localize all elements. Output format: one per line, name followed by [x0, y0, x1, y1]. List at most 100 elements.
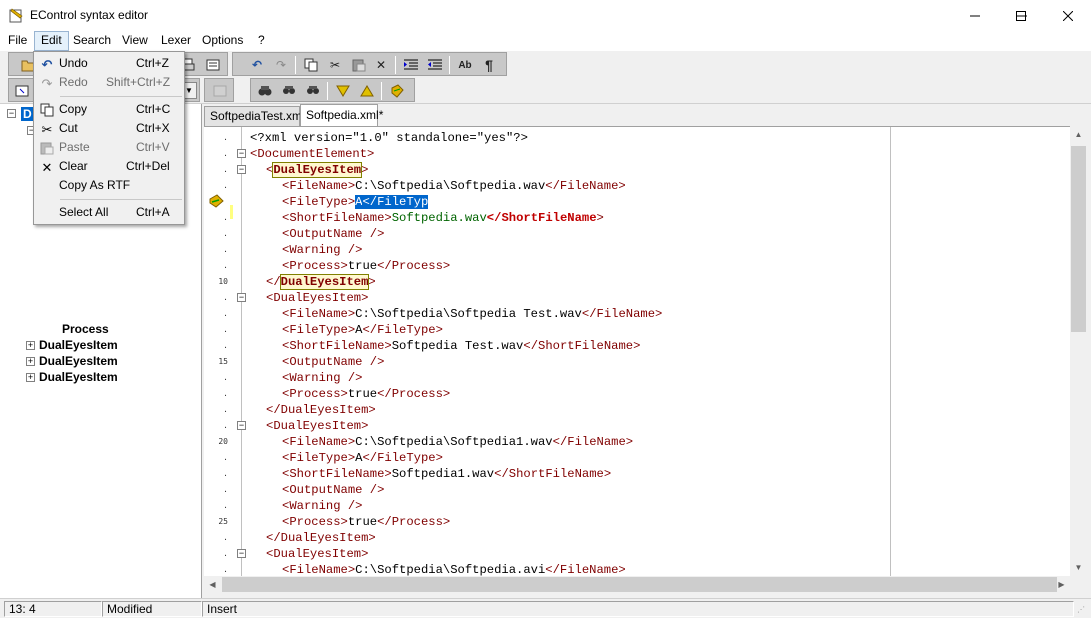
scroll-left-icon[interactable]: ◀ — [204, 576, 221, 593]
fold-toggle[interactable]: − — [237, 149, 246, 158]
tree-item-dualeyes-1[interactable]: + DualEyesItem — [26, 337, 118, 353]
modified-marker — [230, 205, 233, 219]
redo-icon[interactable]: ↷ — [271, 55, 291, 75]
case-icon[interactable]: Ab — [455, 55, 475, 75]
minimize-button-2[interactable] — [952, 0, 998, 31]
tag: <OutputName /> — [282, 483, 385, 497]
menu-item-shortcut: Ctrl+Del — [126, 159, 170, 173]
tag: <FileName> — [282, 563, 356, 576]
scroll-up-icon[interactable]: ▲ — [1070, 126, 1087, 143]
clear-icon: ✕ — [41, 159, 53, 175]
tag: </FileName> — [552, 435, 634, 449]
find-next-icon[interactable] — [303, 81, 323, 101]
fold-toggle[interactable]: − — [237, 165, 246, 174]
tree-item-label: Process — [62, 322, 109, 336]
delete-icon[interactable]: ✕ — [371, 55, 391, 75]
tag: </Process> — [377, 387, 451, 401]
tag-error: ShortFileName — [501, 211, 597, 225]
bookmark-next-icon[interactable] — [333, 81, 353, 101]
value: Softpedia.wav — [391, 211, 487, 225]
scroll-thumb-horizontal[interactable] — [222, 577, 1057, 592]
undo-icon[interactable]: ↶ — [247, 55, 267, 75]
find-replace-icon[interactable] — [279, 81, 299, 101]
unindent-icon[interactable] — [425, 55, 445, 75]
menu-item-shortcut: Ctrl+V — [136, 140, 170, 154]
tag: </FileType> — [362, 451, 443, 465]
settings-icon[interactable] — [203, 55, 223, 75]
menu-lexer[interactable]: Lexer — [155, 31, 197, 51]
tab-softpedia[interactable]: Softpedia.xml* — [300, 104, 383, 126]
menu-help[interactable]: ? — [252, 31, 271, 51]
toolbar-separator — [327, 82, 328, 100]
vertical-scrollbar[interactable]: ▲ ▼ — [1070, 126, 1087, 576]
toolbar-separator — [449, 56, 450, 74]
tree-expander[interactable]: + — [26, 356, 35, 366]
edit-menu-dropdown: ↶ Undo Ctrl+Z ↷ Redo Shift+Ctrl+Z Copy C… — [33, 51, 185, 225]
tree-root-label[interactable]: D — [21, 107, 34, 121]
menu-item-copy[interactable]: Copy Ctrl+C — [36, 100, 182, 119]
menu-item-shortcut: Ctrl+C — [136, 102, 171, 116]
indent-icon[interactable] — [401, 55, 421, 75]
title-bar: EControl syntax editor — [0, 0, 1091, 31]
menu-options[interactable]: Options — [196, 31, 249, 51]
lexer-icon[interactable] — [12, 81, 32, 101]
close-button[interactable] — [1045, 0, 1091, 31]
scroll-down-icon[interactable]: ▼ — [1070, 559, 1087, 576]
pilcrow-icon[interactable]: ¶ — [479, 55, 499, 75]
tree-root-expander[interactable]: − — [7, 109, 16, 118]
redo-icon: ↷ — [41, 75, 53, 91]
tree-expander[interactable]: + — [26, 372, 35, 382]
fold-toggle[interactable]: − — [237, 293, 246, 302]
paste-icon[interactable] — [349, 55, 369, 75]
bookmark-icon[interactable] — [208, 193, 224, 209]
fold-toggle[interactable]: − — [237, 549, 246, 558]
tag: > — [361, 163, 369, 177]
format-icon[interactable] — [210, 81, 230, 101]
cut-icon[interactable]: ✂ — [325, 55, 345, 75]
code-line: <Process>true</Process> — [282, 386, 450, 402]
fold-toggle[interactable]: − — [237, 421, 246, 430]
menu-view[interactable]: View — [116, 31, 154, 51]
resize-grip-icon[interactable]: ⋰ — [1077, 605, 1087, 615]
menu-item-clear[interactable]: ✕ Clear Ctrl+Del — [36, 157, 182, 176]
find-icon[interactable] — [255, 81, 275, 101]
tree-item-dualeyes-3[interactable]: + DualEyesItem — [26, 369, 118, 385]
line-dot: . — [223, 533, 228, 542]
menu-item-select-all[interactable]: Select All Ctrl+A — [36, 203, 182, 222]
menu-edit[interactable]: Edit — [34, 31, 69, 51]
menu-search[interactable]: Search — [67, 31, 117, 51]
menu-item-redo[interactable]: ↷ Redo Shift+Ctrl+Z — [36, 73, 182, 92]
fold-line — [241, 127, 242, 576]
menu-item-cut[interactable]: ✂ Cut Ctrl+X — [36, 119, 182, 138]
tree-expander[interactable]: + — [26, 340, 35, 350]
tree-item-dualeyes-2[interactable]: + DualEyesItem — [26, 353, 118, 369]
copy-icon[interactable] — [301, 55, 321, 75]
menu-item-undo[interactable]: ↶ Undo Ctrl+Z — [36, 54, 182, 73]
horizontal-scrollbar[interactable]: ◀ ▶ — [204, 576, 1070, 593]
menu-item-paste[interactable]: Paste Ctrl+V — [36, 138, 182, 157]
tab-softpediatest[interactable]: SoftpediaTest.xml — [204, 106, 305, 126]
code-editor[interactable]: . . . . . . . . 10 . . . . 15 . . . . 20… — [204, 126, 1070, 576]
bookmark-toggle-icon[interactable] — [387, 81, 407, 101]
tag: <DualEyesItem> — [266, 419, 369, 433]
maximize-button[interactable] — [998, 0, 1044, 31]
line-dot: . — [223, 341, 228, 350]
code-line: <ShortFileName>Softpedia Test.wav</Short… — [282, 338, 640, 354]
tag-highlight: DualEyesItem — [272, 162, 363, 178]
menu-file[interactable]: File — [2, 31, 33, 51]
scroll-right-icon[interactable]: ▶ — [1053, 576, 1070, 593]
code-line-current: <FileType>A</FileTyp — [282, 194, 429, 210]
line-number-10: 10 — [218, 277, 228, 286]
code-line: <ShortFileName>Softpedia.wav</ShortFileN… — [282, 210, 604, 226]
code-line: <OutputName /> — [282, 354, 384, 370]
code-line: <Process>true</Process> — [282, 258, 450, 274]
maximize-icon — [1016, 10, 1026, 21]
line-dot: . — [223, 453, 228, 462]
scroll-thumb[interactable] — [1071, 146, 1086, 332]
bookmark-prev-icon[interactable] — [357, 81, 377, 101]
menu-item-label: Copy — [59, 102, 88, 116]
code-line: <FileName>C:\Softpedia\Softpedia.avi</Fi… — [282, 562, 626, 576]
tag-highlight: DualEyesItem — [279, 274, 370, 290]
menu-item-copy-rtf[interactable]: Copy As RTF — [36, 176, 182, 195]
tree-item-process[interactable]: Process — [62, 321, 109, 337]
